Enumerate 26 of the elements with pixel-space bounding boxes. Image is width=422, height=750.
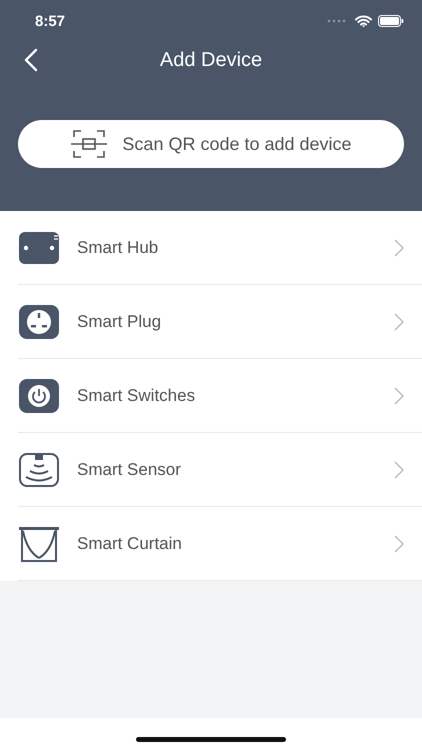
hub-icon (18, 230, 60, 266)
chevron-icon (394, 238, 404, 256)
device-row[interactable]: Smart Plug (18, 285, 422, 359)
chevron-icon (394, 534, 404, 552)
chevron-icon (394, 460, 404, 478)
status-time: 8:57 (35, 12, 66, 30)
wifi-icon (355, 15, 372, 27)
scan-icon (70, 129, 108, 159)
device-label: Smart Curtain (77, 534, 183, 554)
curtain-icon (18, 526, 60, 562)
device-label: Smart Sensor (77, 460, 182, 480)
back-icon[interactable] (24, 48, 38, 72)
device-label: Smart Switches (77, 386, 196, 406)
plug-icon (18, 304, 60, 340)
scan-qr-button[interactable]: Scan QR code to add device (18, 120, 404, 168)
power-icon (18, 378, 60, 414)
page-title: Add Device (160, 48, 262, 72)
battery-icon (378, 15, 404, 27)
sensor-icon (18, 452, 60, 488)
device-row[interactable]: Smart Switches (18, 359, 422, 433)
device-label: Smart Hub (77, 238, 160, 258)
device-label: Smart Plug (77, 312, 162, 332)
chevron-icon (394, 386, 404, 404)
device-row[interactable]: Smart Hub (18, 211, 422, 285)
device-row[interactable]: Smart Sensor (18, 433, 422, 507)
chevron-icon (394, 312, 404, 330)
